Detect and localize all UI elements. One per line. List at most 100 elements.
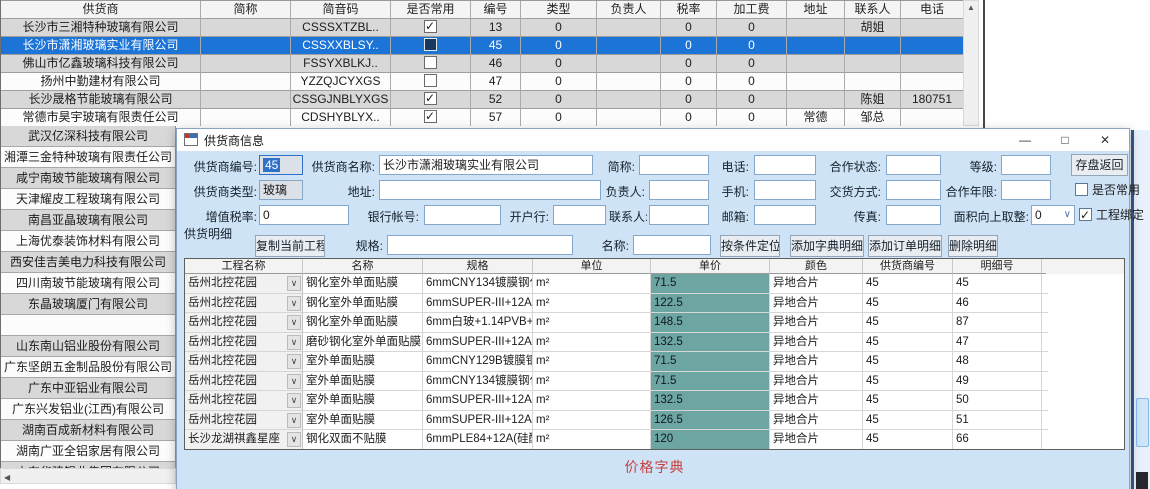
- spec-filter-input[interactable]: [387, 235, 573, 255]
- table-row[interactable]: 长沙市三湘特种玻璃有限公司CSSSXTZBL..13000胡姐: [1, 19, 963, 37]
- name-filter-input[interactable]: [633, 235, 711, 255]
- detail-row[interactable]: 岳州北控花园∨室外单面贴膜6mmSUPER-III+12A(硅..m²126.5…: [185, 411, 1124, 431]
- supplier-type-field[interactable]: 玻璃: [259, 180, 303, 200]
- detail-row[interactable]: 岳州北控花园∨室外单面贴膜6mmCNY129B镀膜钢化m²71.5异地合片454…: [185, 352, 1124, 372]
- list-item[interactable]: 咸宁南玻节能玻璃有限公司: [1, 168, 175, 189]
- detail-header-cell[interactable]: 规格: [423, 259, 533, 274]
- list-item[interactable]: 广东中亚铝业有限公司: [1, 378, 175, 399]
- list-item[interactable]: 南昌亚晶玻璃有限公司: [1, 210, 175, 231]
- checkbox-unchecked[interactable]: [424, 74, 437, 87]
- project-combo[interactable]: 岳州北控花园∨: [185, 352, 303, 372]
- list-item[interactable]: 广东坚朗五金制品股份有限公司: [1, 357, 175, 378]
- supplier-list-hscrollbar[interactable]: ◀: [0, 468, 176, 484]
- address-field[interactable]: [379, 180, 601, 200]
- detail-header-cell[interactable]: 明细号: [953, 259, 1042, 274]
- grade-field[interactable]: [1001, 155, 1051, 175]
- phone-field[interactable]: [754, 155, 816, 175]
- chevron-down-icon[interactable]: ∨: [287, 296, 301, 311]
- checkbox-checked[interactable]: [424, 20, 437, 33]
- detail-header-cell[interactable]: 名称: [303, 259, 423, 274]
- detail-row[interactable]: 岳州北控花园∨钢化室外单面贴膜6mmCNY134镀膜钢化m²71.5异地合片45…: [185, 274, 1124, 294]
- chevron-down-icon[interactable]: ∨: [287, 335, 301, 350]
- project-bind-checkbox[interactable]: 工程绑定: [1079, 205, 1144, 225]
- table-row[interactable]: 佛山市亿鑫玻璃科技有限公司FSSYXBLKJ..46000: [1, 55, 963, 73]
- chevron-down-icon[interactable]: ∨: [287, 432, 301, 447]
- close-icon[interactable]: ✕: [1085, 129, 1125, 151]
- supplier-grid-vscrollbar[interactable]: ▲: [963, 0, 979, 126]
- fax-field[interactable]: [886, 205, 941, 225]
- grid-header-cell[interactable]: 地址: [787, 1, 845, 19]
- list-item[interactable]: [1, 315, 175, 336]
- checkbox-checked[interactable]: [424, 110, 437, 123]
- chevron-down-icon[interactable]: ∨: [287, 354, 301, 369]
- checkbox-checked[interactable]: [1079, 208, 1092, 221]
- list-item[interactable]: 武汉亿深科技有限公司: [1, 126, 175, 147]
- locate-button[interactable]: 按条件定位: [720, 235, 780, 257]
- chevron-down-icon[interactable]: ∨: [287, 315, 301, 330]
- chevron-down-icon[interactable]: ∨: [287, 393, 301, 408]
- table-row[interactable]: 长沙市潇湘玻璃实业有限公司CSSXXBLSY..45000: [1, 37, 963, 55]
- supplier-name-field[interactable]: 长沙市潇湘玻璃实业有限公司: [379, 155, 593, 175]
- checkbox-unchecked[interactable]: [1075, 183, 1088, 196]
- project-combo[interactable]: 岳州北控花园∨: [185, 372, 303, 392]
- grid-header-cell[interactable]: 供货商: [1, 1, 201, 19]
- minimize-icon[interactable]: —: [1005, 129, 1045, 151]
- grid-header-cell[interactable]: 简称: [201, 1, 291, 19]
- chevron-down-icon[interactable]: ∨: [287, 374, 301, 389]
- list-item[interactable]: 东晶玻璃厦门有限公司: [1, 294, 175, 315]
- table-row[interactable]: 长沙晟格节能玻璃有限公司CSSGJNBLYXGS52000陈姐180751: [1, 91, 963, 109]
- table-row[interactable]: 扬州中勤建材有限公司YZZQJCYXGS47000: [1, 73, 963, 91]
- list-item[interactable]: 湖南广亚全铝家居有限公司: [1, 441, 175, 462]
- chevron-down-icon[interactable]: ∨: [287, 276, 301, 291]
- manager-field[interactable]: [649, 180, 709, 200]
- dialog-titlebar[interactable]: 供货商信息 — □ ✕: [177, 129, 1129, 151]
- add-dict-detail-button[interactable]: 添加字典明细: [790, 235, 864, 257]
- grid-header-cell[interactable]: 加工费: [717, 1, 787, 19]
- detail-header-cell[interactable]: 供货商编号: [863, 259, 953, 274]
- bank-branch-field[interactable]: [553, 205, 606, 225]
- detail-row[interactable]: 岳州北控花园∨磨砂钢化室外单面贴膜6mmSUPER-III+12A(硅..m²1…: [185, 333, 1124, 353]
- list-item[interactable]: 西安佳吉美电力科技有限公司: [1, 252, 175, 273]
- project-combo[interactable]: 长沙龙湖祺鑫星座∨: [185, 430, 303, 450]
- copy-project-button[interactable]: 复制当前工程: [255, 235, 325, 257]
- detail-header-cell[interactable]: 颜色: [770, 259, 863, 274]
- scroll-up-icon[interactable]: ▲: [964, 1, 978, 15]
- detail-row[interactable]: 长沙龙湖祺鑫星座∨钢化双面不贴膜6mmPLE84+12A(硅酮胶..m²120异…: [185, 430, 1124, 450]
- email-field[interactable]: [754, 205, 816, 225]
- contact-field[interactable]: [649, 205, 709, 225]
- list-item[interactable]: 广东兴发铝业(江西)有限公司: [1, 399, 175, 420]
- is-common-checkbox[interactable]: 是否常用: [1075, 180, 1140, 200]
- scroll-left-icon[interactable]: ◀: [1, 473, 10, 482]
- project-combo[interactable]: 岳州北控花园∨: [185, 391, 303, 411]
- grid-header-cell[interactable]: 是否常用: [391, 1, 471, 19]
- checkbox-checked[interactable]: [424, 92, 437, 105]
- bank-account-field[interactable]: [424, 205, 501, 225]
- grid-header-cell[interactable]: 简音码: [291, 1, 391, 19]
- delete-detail-button[interactable]: 删除明细: [948, 235, 998, 257]
- list-item[interactable]: 上海优泰装饰材料有限公司: [1, 231, 175, 252]
- checkbox-unchecked[interactable]: [424, 56, 437, 69]
- detail-header-cell[interactable]: 单价: [651, 259, 770, 274]
- grid-header-cell[interactable]: 电话: [901, 1, 963, 19]
- list-item[interactable]: 山东南山铝业股份有限公司: [1, 336, 175, 357]
- coop-years-field[interactable]: [1001, 180, 1051, 200]
- list-item[interactable]: 四川南玻节能玻璃有限公司: [1, 273, 175, 294]
- project-combo[interactable]: 岳州北控花园∨: [185, 274, 303, 294]
- add-order-detail-button[interactable]: 添加订单明细: [868, 235, 942, 257]
- detail-row[interactable]: 岳州北控花园∨室外单面贴膜6mmSUPER-III+12A(硅..m²132.5…: [185, 391, 1124, 411]
- grid-header-cell[interactable]: 编号: [471, 1, 521, 19]
- area-round-up-combo[interactable]: 0∨: [1031, 205, 1075, 225]
- list-item[interactable]: 湘潭三金特种玻璃有限责任公司: [1, 147, 175, 168]
- list-item[interactable]: 湖南百成新材料有限公司: [1, 420, 175, 441]
- project-combo[interactable]: 岳州北控花园∨: [185, 294, 303, 314]
- delivery-field[interactable]: [886, 180, 941, 200]
- project-combo[interactable]: 岳州北控花园∨: [185, 411, 303, 431]
- detail-row[interactable]: 岳州北控花园∨室外单面贴膜6mmCNY134镀膜钢化m²71.5异地合片4549: [185, 372, 1124, 392]
- detail-row[interactable]: 岳州北控花园∨钢化室外单面贴膜6mmSUPER-III+12A(硅..m²122…: [185, 294, 1124, 314]
- maximize-icon[interactable]: □: [1045, 129, 1085, 151]
- project-combo[interactable]: 岳州北控花园∨: [185, 333, 303, 353]
- project-combo[interactable]: 岳州北控花园∨: [185, 313, 303, 333]
- supplier-no-field[interactable]: 45: [259, 155, 303, 175]
- detail-row[interactable]: 岳州北控花园∨钢化室外单面贴膜6mm白玻+1.14PVB+6mm..m²148.…: [185, 313, 1124, 333]
- grid-header-cell[interactable]: 负责人: [597, 1, 661, 19]
